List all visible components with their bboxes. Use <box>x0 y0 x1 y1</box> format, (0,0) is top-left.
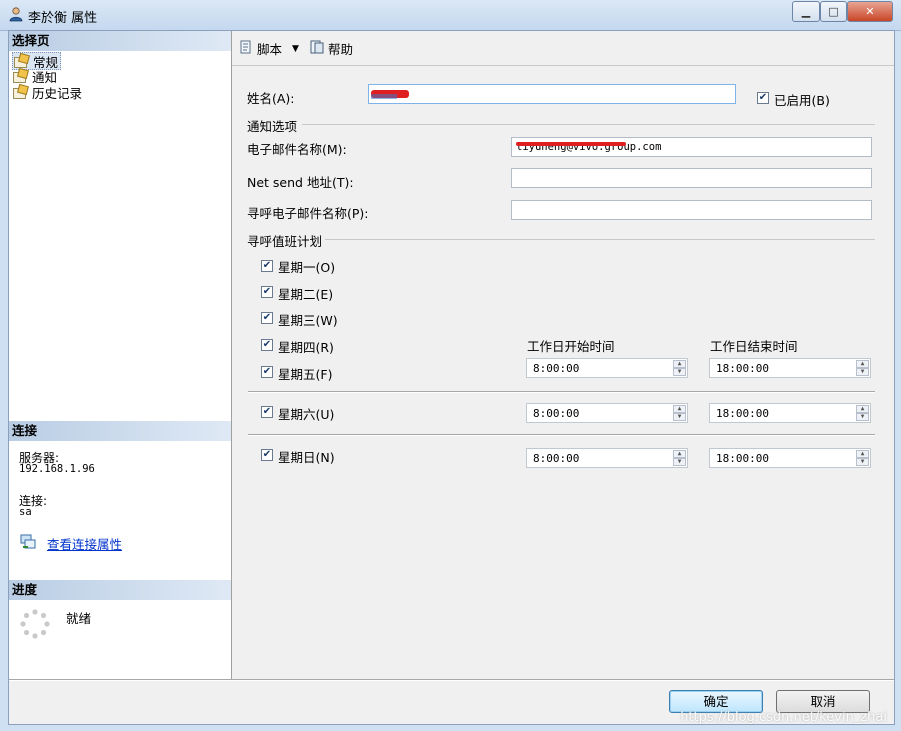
pager-email-label: 寻呼电子邮件名称(P): <box>247 206 369 221</box>
redaction-mark-underlay <box>371 94 397 99</box>
progress-spinner-icon <box>20 609 50 639</box>
thursday-checkbox[interactable]: ✔ <box>261 339 273 351</box>
close-button[interactable]: ✕ <box>847 1 893 22</box>
friday-label: 星期五(F) <box>278 367 333 382</box>
dialog-body: 选择页 常规 通知 历史记录 连接 服务器: 192.168.1.96 连接: … <box>8 30 895 725</box>
connection-header: 连接 <box>9 421 231 441</box>
spin-down-icon[interactable]: ▼ <box>673 368 686 376</box>
window-title: 李於衡 属性 <box>28 11 98 26</box>
pager-schedule-divider <box>325 239 875 240</box>
enabled-label: 已启用(B) <box>774 93 830 108</box>
spin-down-icon[interactable]: ▼ <box>856 458 869 466</box>
connection-properties-icon <box>20 534 38 550</box>
help-label: 帮助 <box>328 42 354 57</box>
redaction-mark <box>516 142 626 146</box>
minimize-icon: ▁ <box>801 5 811 18</box>
pager-schedule-group-label: 寻呼值班计划 <box>247 234 323 249</box>
saturday-checkbox[interactable]: ✔ <box>261 406 273 418</box>
page-wrench-icon <box>13 52 30 68</box>
maximize-button[interactable]: □ <box>820 1 847 22</box>
maximize-icon: □ <box>828 5 839 18</box>
weekday-end-time[interactable]: 18:00:00 ▲ ▼ <box>709 358 871 378</box>
weekday-start-value: 8:00:00 <box>533 362 580 375</box>
script-label: 脚本 <box>257 42 283 57</box>
minimize-button[interactable]: ▁ <box>792 1 820 22</box>
friday-checkbox[interactable]: ✔ <box>261 366 273 378</box>
user-icon <box>8 6 24 22</box>
net-send-label: Net send 地址(T): <box>247 175 354 190</box>
email-label: 电子邮件名称(M): <box>247 142 347 157</box>
page-item-history[interactable]: 历史记录 <box>12 83 83 101</box>
left-pane: 选择页 常规 通知 历史记录 连接 服务器: 192.168.1.96 连接: … <box>9 31 232 679</box>
sunday-end-time[interactable]: 18:00:00 ▲ ▼ <box>709 448 871 468</box>
weekday-start-time[interactable]: 8:00:00 ▲ ▼ <box>526 358 688 378</box>
sunday-start-value: 8:00:00 <box>533 452 580 465</box>
page-wrench-icon <box>12 67 29 83</box>
help-button[interactable]: 帮助 <box>309 39 353 58</box>
saturday-label: 星期六(U) <box>278 407 335 422</box>
saturday-start-value: 8:00:00 <box>533 407 580 420</box>
spin-up-icon[interactable]: ▲ <box>673 405 686 413</box>
progress-header: 进度 <box>9 580 231 600</box>
spin-down-icon[interactable]: ▼ <box>856 368 869 376</box>
sunday-checkbox[interactable]: ✔ <box>261 449 273 461</box>
view-connection-properties-link[interactable]: 查看连接属性 <box>47 534 122 553</box>
title-bar[interactable]: 李於衡 属性 ▁ □ ✕ <box>0 0 901 31</box>
select-page-header: 选择页 <box>9 31 231 51</box>
script-icon <box>238 39 254 58</box>
watermark: https://blog.csdn.net/kevin_zhai <box>680 710 887 725</box>
name-field[interactable] <box>368 84 736 104</box>
spin-down-icon[interactable]: ▼ <box>856 413 869 421</box>
monday-label: 星期一(O) <box>278 260 336 275</box>
spin-up-icon[interactable]: ▲ <box>856 360 869 368</box>
saturday-start-time[interactable]: 8:00:00 ▲ ▼ <box>526 403 688 423</box>
notification-options-group-label: 通知选项 <box>247 119 298 134</box>
notification-options-divider <box>302 124 875 125</box>
wednesday-checkbox[interactable]: ✔ <box>261 312 273 324</box>
sunday-end-value: 18:00:00 <box>716 452 769 465</box>
page-item-label: 历史记录 <box>32 85 83 101</box>
spin-up-icon[interactable]: ▲ <box>856 405 869 413</box>
email-field[interactable]: liyuheng@vivo.group.com <box>511 137 872 157</box>
tuesday-label: 星期二(E) <box>278 287 334 302</box>
spin-down-icon[interactable]: ▼ <box>673 458 686 466</box>
thursday-label: 星期四(R) <box>278 340 334 355</box>
button-bar-separator <box>9 679 894 681</box>
progress-status: 就绪 <box>66 611 92 626</box>
saturday-end-time[interactable]: 18:00:00 ▲ ▼ <box>709 403 871 423</box>
weekday-end-value: 18:00:00 <box>716 362 769 375</box>
enabled-checkbox[interactable]: ✔ <box>757 92 769 104</box>
pager-email-field[interactable] <box>511 200 872 220</box>
spin-up-icon[interactable]: ▲ <box>673 450 686 458</box>
saturday-end-value: 18:00:00 <box>716 407 769 420</box>
wednesday-label: 星期三(W) <box>278 313 338 328</box>
spin-down-icon[interactable]: ▼ <box>673 413 686 421</box>
server-value: 192.168.1.96 <box>19 463 95 475</box>
connection-value: sa <box>19 506 32 518</box>
saturday-separator <box>248 434 875 436</box>
dropdown-arrow-icon[interactable]: ▼ <box>292 44 299 54</box>
name-label: 姓名(A): <box>247 91 295 106</box>
toolbar: 脚本 ▼ 帮助 <box>232 31 894 66</box>
net-send-field[interactable] <box>511 168 872 188</box>
weekday-separator <box>248 391 875 393</box>
spin-up-icon[interactable]: ▲ <box>673 360 686 368</box>
close-icon: ✕ <box>865 5 875 18</box>
spin-up-icon[interactable]: ▲ <box>856 450 869 458</box>
workday-start-header: 工作日开始时间 <box>527 339 615 354</box>
script-button[interactable]: 脚本 ▼ <box>238 39 299 58</box>
sunday-label: 星期日(N) <box>278 450 335 465</box>
sunday-start-time[interactable]: 8:00:00 ▲ ▼ <box>526 448 688 468</box>
help-icon <box>309 39 325 58</box>
page-wrench-icon <box>12 83 29 99</box>
tuesday-checkbox[interactable]: ✔ <box>261 286 273 298</box>
workday-end-header: 工作日结束时间 <box>710 339 798 354</box>
monday-checkbox[interactable]: ✔ <box>261 260 273 272</box>
